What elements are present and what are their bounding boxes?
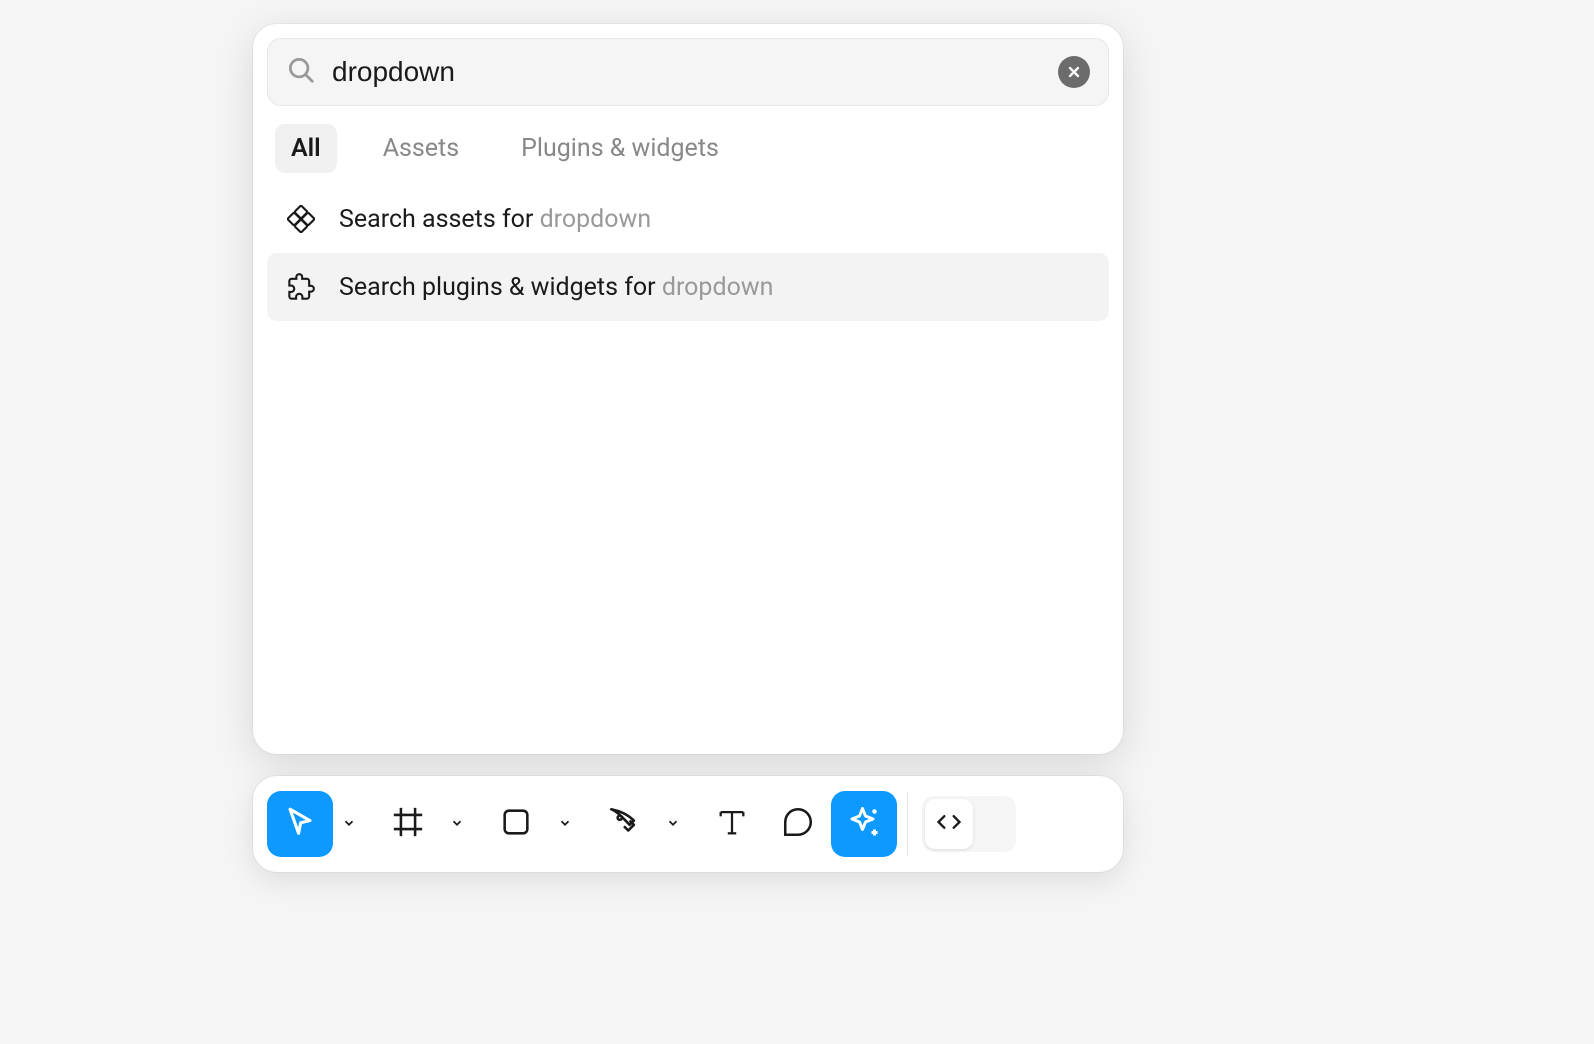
tool-group-frame (375, 791, 471, 857)
dev-mode-toggle[interactable] (922, 796, 1016, 852)
search-box (267, 38, 1109, 106)
tab-plugins-widgets[interactable]: Plugins & widgets (505, 124, 735, 173)
assets-icon (287, 205, 315, 233)
result-query: dropdown (662, 273, 774, 302)
result-query: dropdown (540, 205, 652, 234)
chevron-down-icon (666, 815, 680, 834)
comment-icon (781, 805, 815, 843)
result-search-assets[interactable]: Search assets for dropdown (267, 185, 1109, 253)
move-tool-chevron[interactable] (335, 791, 363, 857)
plugins-icon (287, 273, 315, 301)
actions-tool-button[interactable] (831, 791, 897, 857)
comment-tool-button[interactable] (765, 791, 831, 857)
shape-tool-chevron[interactable] (551, 791, 579, 857)
clear-search-button[interactable] (1058, 56, 1090, 88)
move-tool-button[interactable] (267, 791, 333, 857)
rectangle-icon (499, 805, 533, 843)
dev-mode-on[interactable] (973, 799, 1013, 849)
search-tabs: All Assets Plugins & widgets (267, 106, 1109, 185)
frame-tool-button[interactable] (375, 791, 441, 857)
tool-group-move (267, 791, 363, 857)
tool-group-shape (483, 791, 579, 857)
frame-icon (391, 805, 425, 843)
pen-tool-chevron[interactable] (659, 791, 687, 857)
pen-tool-button[interactable] (591, 791, 657, 857)
text-icon (715, 805, 749, 843)
tab-all[interactable]: All (275, 124, 337, 173)
result-prefix: Search assets for (339, 205, 540, 234)
frame-tool-chevron[interactable] (443, 791, 471, 857)
search-icon (286, 55, 316, 89)
toolbar (253, 776, 1123, 872)
chevron-down-icon (450, 815, 464, 834)
search-panel: All Assets Plugins & widgets Search asse… (253, 24, 1123, 754)
search-input[interactable] (332, 56, 1042, 88)
pen-icon (607, 805, 641, 843)
chevron-down-icon (342, 815, 356, 834)
shape-tool-button[interactable] (483, 791, 549, 857)
result-text: Search assets for dropdown (339, 205, 651, 234)
result-prefix: Search plugins & widgets for (339, 273, 662, 302)
text-tool-button[interactable] (699, 791, 765, 857)
result-text: Search plugins & widgets for dropdown (339, 273, 773, 302)
dev-mode-off[interactable] (925, 799, 973, 849)
toolbar-divider (907, 792, 908, 856)
sparkle-icon (846, 804, 882, 844)
chevron-down-icon (558, 815, 572, 834)
result-search-plugins[interactable]: Search plugins & widgets for dropdown (267, 253, 1109, 321)
tool-group-pen (591, 791, 687, 857)
tab-assets[interactable]: Assets (367, 124, 475, 173)
code-icon (935, 808, 963, 840)
cursor-icon (283, 805, 317, 843)
